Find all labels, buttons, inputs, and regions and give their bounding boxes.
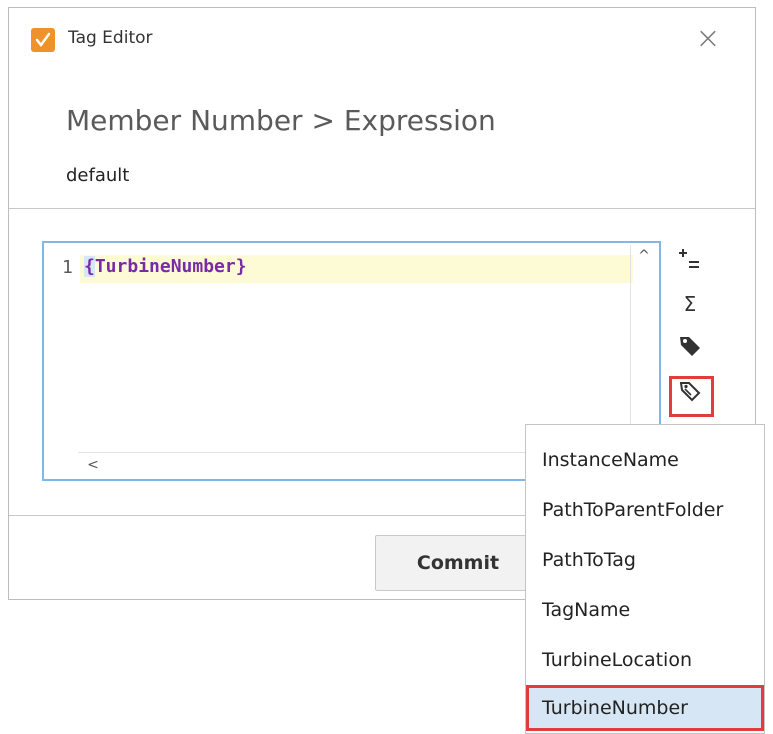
pencil-app-icon — [31, 28, 55, 52]
sigma-icon[interactable]: Σ — [677, 291, 703, 317]
menu-item-turbinenumber[interactable]: TurbineNumber — [526, 685, 764, 731]
window-title: Tag Editor — [68, 28, 153, 48]
menu-item-pathtoparentfolder[interactable]: PathToParentFolder — [526, 487, 764, 533]
code-brace-open: { — [84, 256, 95, 277]
scroll-left-icon[interactable]: < — [82, 454, 104, 476]
title-bar: Tag Editor × — [9, 8, 755, 70]
commit-button[interactable]: Commit — [375, 535, 541, 591]
menu-item-tagname[interactable]: TagName — [526, 587, 764, 633]
breadcrumb: Member Number > Expression — [66, 104, 496, 137]
close-icon[interactable]: × — [693, 24, 723, 55]
reference-popup-menu: InstanceName PathToParentFolder PathToTa… — [525, 424, 765, 734]
code-text[interactable]: {TurbineNumber} — [84, 256, 247, 277]
scroll-up-icon[interactable]: ^ — [631, 245, 657, 267]
vertical-scrollbar[interactable] — [630, 245, 657, 445]
header-divider — [9, 208, 755, 209]
selected-tool-highlight — [669, 376, 714, 417]
line-gutter — [44, 243, 78, 479]
line-number: 1 — [62, 257, 73, 278]
menu-item-instancename[interactable]: InstanceName — [526, 437, 764, 483]
code-text-rest: TurbineNumber} — [94, 256, 247, 277]
header: Member Number > Expression default — [9, 70, 755, 210]
menu-item-turbinelocation[interactable]: TurbineLocation — [526, 637, 764, 683]
menu-item-pathtotag[interactable]: PathToTag — [526, 537, 764, 583]
tag-icon[interactable] — [677, 333, 703, 359]
add-property-icon[interactable] — [677, 246, 703, 272]
subtitle: default — [66, 165, 130, 186]
